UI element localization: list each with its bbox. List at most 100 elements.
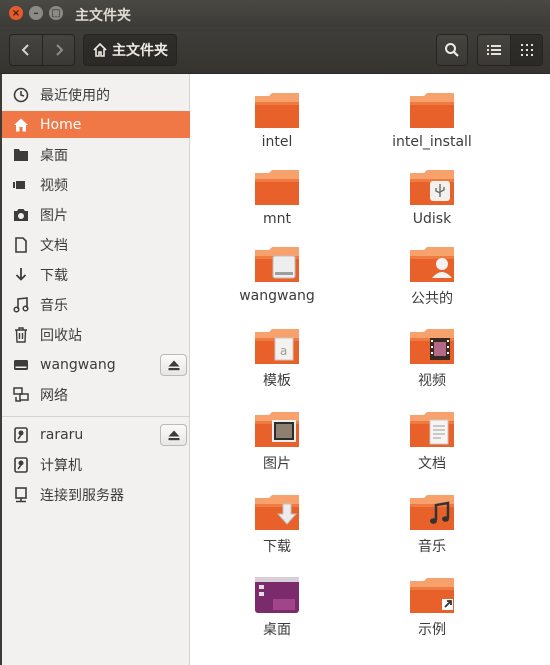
navigation-buttons bbox=[9, 34, 75, 66]
music-icon bbox=[12, 296, 30, 314]
chevron-right-icon bbox=[55, 44, 63, 56]
window-minimize-button[interactable]: – bbox=[29, 6, 43, 20]
window-close-button[interactable]: × bbox=[9, 6, 23, 20]
view-toggle bbox=[477, 34, 543, 66]
file-grid: intel intel_installmnt Udisk wangwang 公共的 a 模板… bbox=[190, 74, 550, 665]
sidebar-item-pictures[interactable]: 图片 bbox=[2, 201, 190, 228]
sidebar-item-music[interactable]: 音乐 bbox=[2, 291, 190, 318]
list-view-button[interactable] bbox=[478, 35, 510, 65]
path-bar-label: 主文件夹 bbox=[112, 43, 168, 59]
sidebar-item-downloads[interactable]: 下载 bbox=[2, 261, 190, 288]
server-icon bbox=[12, 486, 30, 504]
download-icon bbox=[12, 266, 30, 284]
grid-view-icon bbox=[520, 44, 533, 56]
file-name: intel_install bbox=[392, 134, 472, 150]
sidebar-item-label: 视频 bbox=[40, 177, 68, 194]
folder-icon bbox=[255, 495, 299, 530]
file-item[interactable]: 示例 bbox=[357, 575, 507, 639]
chevron-left-icon bbox=[21, 44, 29, 56]
sidebar-item-trash[interactable]: 回收站 bbox=[2, 321, 190, 348]
sidebar-item-label: 最近使用的 bbox=[40, 87, 110, 104]
sidebar-item-network[interactable]: 网络 bbox=[2, 381, 190, 408]
grid-view-button[interactable] bbox=[510, 35, 542, 65]
file-item[interactable]: mnt bbox=[202, 167, 352, 227]
file-item[interactable]: 桌面 bbox=[202, 575, 352, 639]
folder-icon bbox=[410, 495, 454, 530]
sidebar-item-label: 下载 bbox=[40, 267, 68, 284]
folder-icon bbox=[410, 329, 454, 364]
sidebar-item-documents[interactable]: 文档 bbox=[2, 231, 190, 258]
file-item[interactable]: wangwang bbox=[202, 244, 352, 304]
back-button[interactable] bbox=[10, 35, 42, 65]
file-item[interactable]: Udisk bbox=[357, 167, 507, 227]
list-view-icon bbox=[487, 45, 501, 55]
eject-icon bbox=[168, 360, 179, 370]
folder-icon bbox=[255, 170, 299, 205]
eject-wangwang-button[interactable] bbox=[160, 354, 187, 376]
eject-rararu-button[interactable] bbox=[160, 424, 187, 446]
sidebar-item-label: 音乐 bbox=[40, 297, 68, 314]
forward-button[interactable] bbox=[42, 35, 74, 65]
search-button[interactable] bbox=[436, 34, 468, 66]
file-name: 图片 bbox=[263, 456, 291, 472]
sidebar-item-desktop[interactable]: 桌面 bbox=[2, 141, 190, 168]
file-name: intel bbox=[261, 134, 293, 150]
folder-icon bbox=[410, 578, 454, 613]
sidebar-item-computer[interactable]: 计算机 bbox=[2, 451, 190, 478]
window-maximize-button[interactable]: □ bbox=[49, 6, 63, 20]
sidebar-item-label: 回收站 bbox=[40, 327, 82, 344]
file-name: 模板 bbox=[263, 373, 291, 389]
sidebar-divider bbox=[2, 416, 190, 417]
file-item[interactable]: 图片 bbox=[202, 409, 352, 473]
file-item[interactable]: 视频 bbox=[357, 326, 507, 390]
drive-icon bbox=[12, 356, 30, 374]
file-name: wangwang bbox=[239, 288, 315, 304]
sidebar-item-label: wangwang bbox=[40, 356, 116, 373]
header-bar: 主文件夹 bbox=[0, 27, 550, 74]
file-item[interactable]: 音乐 bbox=[357, 492, 507, 556]
file-item[interactable]: intel bbox=[202, 90, 352, 150]
sidebar-item-label: 图片 bbox=[40, 207, 68, 224]
file-name: 示例 bbox=[418, 622, 446, 638]
window-titlebar: × – □ 主文件夹 bbox=[0, 0, 550, 27]
folder-icon bbox=[410, 170, 454, 205]
folder-icon bbox=[12, 146, 30, 164]
file-name: 文档 bbox=[418, 456, 446, 472]
folder-icon bbox=[255, 247, 299, 282]
computer-icon bbox=[12, 456, 30, 474]
file-item[interactable]: a 模板 bbox=[202, 326, 352, 390]
sidebar-item-label: Home bbox=[40, 116, 82, 133]
folder-icon bbox=[410, 247, 454, 282]
folder-icon: a bbox=[255, 329, 299, 364]
clock-icon bbox=[12, 86, 30, 104]
file-name: 桌面 bbox=[263, 622, 291, 638]
file-item[interactable]: intel_install bbox=[357, 90, 507, 150]
eject-icon bbox=[168, 430, 179, 440]
sidebar-item-connect-server[interactable]: 连接到服务器 bbox=[2, 481, 190, 508]
file-item[interactable]: 下载 bbox=[202, 492, 352, 556]
desktop-folder-icon bbox=[255, 577, 299, 613]
sidebar-item-home[interactable]: Home bbox=[2, 111, 190, 138]
folder-icon bbox=[255, 93, 299, 128]
folder-icon bbox=[410, 93, 454, 128]
camera-icon bbox=[12, 206, 30, 224]
file-name: mnt bbox=[263, 211, 291, 227]
window-title: 主文件夹 bbox=[75, 8, 131, 24]
sidebar-item-label: 连接到服务器 bbox=[40, 487, 124, 504]
sidebar-item-recent[interactable]: 最近使用的 bbox=[2, 81, 190, 108]
trash-icon bbox=[12, 326, 30, 344]
file-item[interactable]: 公共的 bbox=[357, 244, 507, 308]
file-name: 下载 bbox=[263, 539, 291, 555]
file-name: 视频 bbox=[418, 373, 446, 389]
sidebar-item-label: 计算机 bbox=[40, 457, 82, 474]
document-icon bbox=[12, 236, 30, 254]
file-item[interactable]: 文档 bbox=[357, 409, 507, 473]
home-icon bbox=[12, 116, 30, 134]
folder-icon bbox=[255, 412, 299, 447]
file-name: 音乐 bbox=[418, 539, 446, 555]
path-bar-home-button[interactable]: 主文件夹 bbox=[83, 34, 177, 66]
sidebar-item-label: 文档 bbox=[40, 237, 68, 254]
video-icon bbox=[12, 176, 30, 194]
network-icon bbox=[12, 386, 30, 404]
sidebar-item-videos[interactable]: 视频 bbox=[2, 171, 190, 198]
